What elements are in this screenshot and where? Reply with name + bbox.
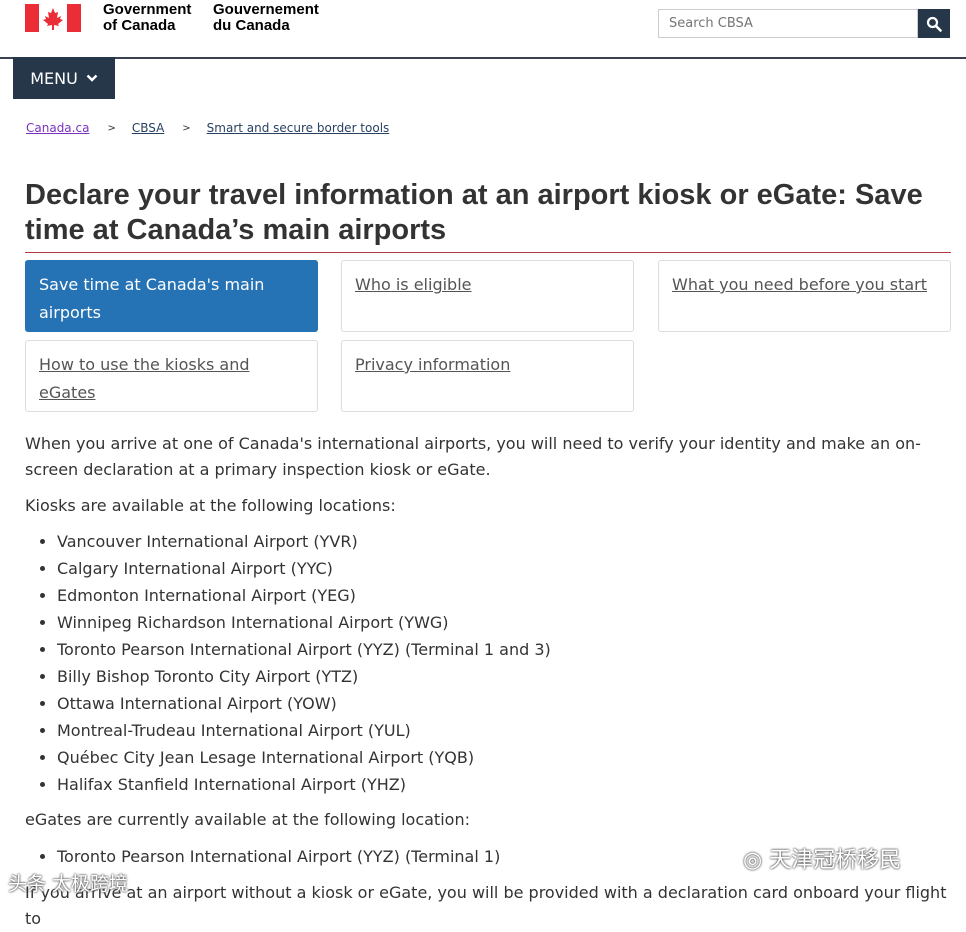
search-icon xyxy=(926,16,942,32)
list-item: Vancouver International Airport (YVR) xyxy=(57,528,951,555)
intro-paragraph: When you arrive at one of Canada's inter… xyxy=(25,434,921,479)
watermark-right: ◎ 天津冠桥移民 xyxy=(743,842,901,874)
wordmark-fr-line2: du Canada xyxy=(213,17,290,34)
government-of-canada-wordmark[interactable]: Government of Canada xyxy=(103,2,191,34)
gouvernement-du-canada-wordmark[interactable]: Gouvernement du Canada xyxy=(213,2,319,34)
title-underline xyxy=(25,252,951,253)
breadcrumb-cbsa-link[interactable]: CBSA xyxy=(132,121,164,135)
list-item: Québec City Jean Lesage International Ai… xyxy=(57,744,951,771)
site-header: Government of Canada Gouvernement du Can… xyxy=(0,0,966,59)
search-button[interactable] xyxy=(918,9,950,38)
breadcrumb-canada-link[interactable]: Canada.ca xyxy=(26,121,89,135)
menu-label: MENU xyxy=(30,68,78,88)
canada-flag-icon[interactable] xyxy=(25,4,81,32)
menu-button[interactable]: MENU xyxy=(13,57,115,99)
kiosk-locations-list: Vancouver International Airport (YVR) Ca… xyxy=(25,528,951,798)
wordmark-en-line2: of Canada xyxy=(103,17,176,34)
wordmark-en-line1: Government xyxy=(103,1,192,18)
list-item: Calgary International Airport (YYC) xyxy=(57,555,951,582)
list-item: Toronto Pearson International Airport (Y… xyxy=(57,636,951,663)
breadcrumb-border-tools-link[interactable]: Smart and secure border tools xyxy=(207,121,390,135)
closing-paragraph: If you arrive at an airport without a ki… xyxy=(25,883,947,928)
wordmark-fr-line1: Gouvernement xyxy=(213,1,319,18)
list-item: Halifax Stanfield International Airport … xyxy=(57,771,951,798)
page-title: Declare your travel information at an ai… xyxy=(25,179,923,246)
tab-link[interactable]: What you need before you start xyxy=(672,275,927,294)
tab-what-you-need[interactable]: What you need before you start xyxy=(658,260,951,332)
tab-how-to-use[interactable]: How to use the kiosks and eGates xyxy=(25,340,318,412)
watermark-left: 头条 太极跨境 xyxy=(8,873,129,895)
search-input[interactable] xyxy=(658,9,918,38)
tab-link[interactable]: Privacy information xyxy=(355,355,510,374)
watermark-right-text: 天津冠桥移民 xyxy=(769,848,902,873)
tab-save-time[interactable]: Save time at Canada's main airports xyxy=(25,260,318,332)
kiosks-heading: Kiosks are available at the following lo… xyxy=(25,496,396,515)
egates-heading: eGates are currently available at the fo… xyxy=(25,810,470,829)
breadcrumb-separator-icon: > xyxy=(107,122,116,134)
breadcrumb-separator-icon: > xyxy=(182,122,191,134)
list-item: Edmonton International Airport (YEG) xyxy=(57,582,951,609)
chevron-down-icon xyxy=(86,74,98,82)
tab-label: Save time at Canada's main airports xyxy=(39,275,265,322)
list-item: Billy Bishop Toronto City Airport (YTZ) xyxy=(57,663,951,690)
tab-link[interactable]: How to use the kiosks and eGates xyxy=(39,355,250,402)
tab-privacy[interactable]: Privacy information xyxy=(341,340,634,412)
list-item: Ottawa International Airport (YOW) xyxy=(57,690,951,717)
breadcrumb: Canada.ca > CBSA > Smart and secure bord… xyxy=(26,121,389,135)
wechat-icon: ◎ xyxy=(743,848,763,873)
tab-link[interactable]: Who is eligible xyxy=(355,275,471,294)
list-item: Winnipeg Richardson International Airpor… xyxy=(57,609,951,636)
list-item: Montreal-Trudeau International Airport (… xyxy=(57,717,951,744)
tab-who-is-eligible[interactable]: Who is eligible xyxy=(341,260,634,332)
